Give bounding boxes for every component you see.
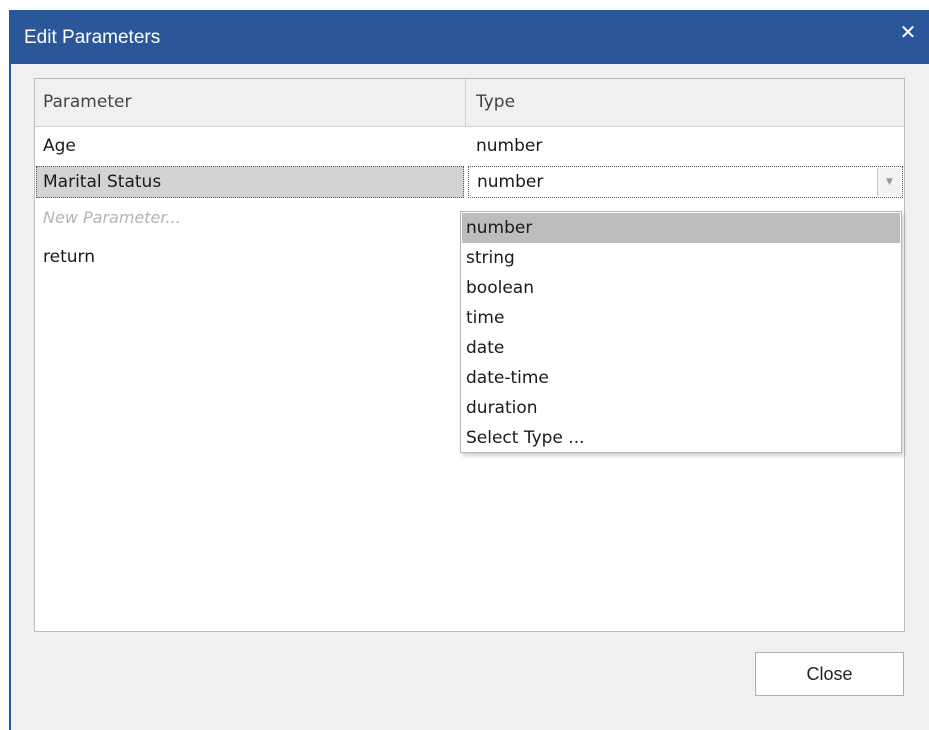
type-combobox[interactable]: number ▼ bbox=[468, 166, 903, 198]
parameter-cell[interactable]: Marital Status bbox=[36, 166, 464, 198]
dropdown-option[interactable]: boolean bbox=[462, 273, 900, 303]
table-row-selected[interactable]: Marital Status number ▼ bbox=[35, 164, 904, 200]
dropdown-option[interactable]: date bbox=[462, 333, 900, 363]
dropdown-option[interactable]: string bbox=[462, 243, 900, 273]
type-dropdown-list: number string boolean time date date-tim… bbox=[460, 211, 902, 453]
column-header-parameter[interactable]: Parameter bbox=[35, 79, 466, 126]
column-header-type[interactable]: Type bbox=[466, 79, 904, 126]
parameter-cell[interactable]: Age bbox=[43, 128, 463, 164]
type-cell[interactable]: number bbox=[476, 128, 896, 164]
parameter-cell-text: Marital Status bbox=[43, 172, 162, 192]
table-row[interactable]: Age number bbox=[35, 128, 904, 164]
close-icon[interactable]: ✕ bbox=[895, 18, 921, 46]
dialog-title: Edit Parameters bbox=[24, 27, 161, 48]
dropdown-option[interactable]: time bbox=[462, 303, 900, 333]
dropdown-option[interactable]: duration bbox=[462, 393, 900, 423]
dropdown-option[interactable]: number bbox=[462, 213, 900, 243]
close-button[interactable]: Close bbox=[755, 652, 904, 696]
dropdown-option[interactable]: Select Type ... bbox=[462, 423, 900, 453]
new-parameter-placeholder[interactable]: New Parameter... bbox=[43, 200, 463, 236]
chevron-down-icon[interactable]: ▼ bbox=[877, 168, 901, 196]
parameter-cell[interactable]: return bbox=[43, 239, 463, 275]
title-bar: Edit Parameters ✕ bbox=[11, 10, 929, 64]
dropdown-option[interactable]: date-time bbox=[462, 363, 900, 393]
grid-header: Parameter Type bbox=[35, 79, 904, 127]
type-combobox-value: number bbox=[477, 172, 544, 192]
